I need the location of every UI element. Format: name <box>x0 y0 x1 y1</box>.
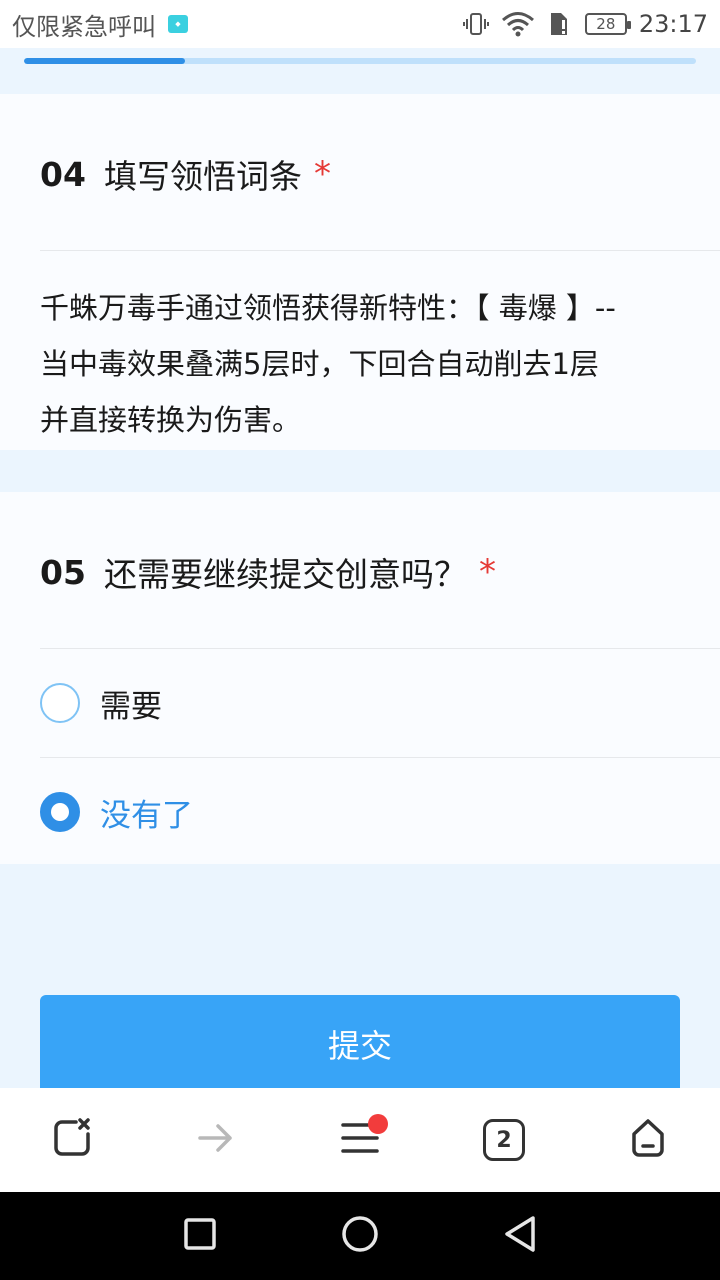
question-card-05: 05 还需要继续提交创意吗？ * 需要 没有了 <box>0 492 720 864</box>
status-bar: 仅限紧急呼叫 ◆ 28 23:17 <box>0 0 720 48</box>
divider <box>40 250 720 251</box>
home-circle-icon <box>340 1214 380 1258</box>
back-triangle-icon <box>501 1214 539 1258</box>
wifi-icon <box>501 11 535 37</box>
option-need[interactable]: 需要 <box>0 649 720 757</box>
home-icon <box>626 1116 670 1164</box>
close-tab-icon <box>50 1116 94 1164</box>
tabs-count: 2 <box>496 1127 512 1153</box>
question-text: 填写领悟词条 <box>103 157 302 196</box>
question-number: 05 <box>40 552 86 592</box>
question-text: 还需要继续提交创意吗？ <box>103 555 467 594</box>
required-mark: * <box>313 154 331 194</box>
menu-button[interactable] <box>320 1100 400 1180</box>
progress-fill <box>24 58 186 64</box>
clock: 23:17 <box>638 10 708 38</box>
status-left: 仅限紧急呼叫 ◆ <box>12 7 188 42</box>
radio-unchecked[interactable] <box>40 683 80 723</box>
question-card-04: 04 填写领悟词条 * 千蛛万毒手通过领悟获得新特性：【 毒爆 】-- 当中毒效… <box>0 94 720 450</box>
tabs-icon: 2 <box>483 1119 525 1161</box>
trip-app-icon: ◆ <box>168 15 188 33</box>
answer-text-field[interactable]: 千蛛万毒手通过领悟获得新特性：【 毒爆 】-- 当中毒效果叠满5层时，下回合自动… <box>40 280 680 448</box>
submit-button[interactable]: 提交 <box>40 995 680 1095</box>
question-title-04: 04 填写领悟词条 * <box>40 150 331 198</box>
answer-line: 当中毒效果叠满5层时，下回合自动削去1层 <box>40 347 599 381</box>
answer-line: 并直接转换为伤害。 <box>40 403 302 437</box>
battery-indicator: 28 <box>584 13 631 35</box>
system-nav-bar <box>0 1192 720 1280</box>
tabs-button[interactable]: 2 <box>464 1100 544 1180</box>
home-button[interactable] <box>608 1100 688 1180</box>
recent-apps-icon <box>183 1217 217 1255</box>
back-nav-button[interactable] <box>490 1206 550 1266</box>
option-label: 没有了 <box>100 797 193 834</box>
required-mark: * <box>478 552 496 592</box>
progress-track <box>24 58 696 64</box>
answer-line: 千蛛万毒手通过领悟获得新特性：【 毒爆 】-- <box>40 291 616 325</box>
option-no-more[interactable]: 没有了 <box>0 758 720 866</box>
vibrate-icon <box>462 11 489 37</box>
progress-area <box>0 48 720 94</box>
forward-button[interactable] <box>176 1100 256 1180</box>
notification-dot <box>368 1114 388 1134</box>
question-number: 04 <box>40 154 86 194</box>
carrier-text: 仅限紧急呼叫 <box>12 12 156 41</box>
status-right: 28 23:17 <box>462 10 708 38</box>
close-tab-button[interactable] <box>32 1100 112 1180</box>
question-title-05: 05 还需要继续提交创意吗？ * <box>40 548 496 596</box>
radio-checked[interactable] <box>40 792 80 832</box>
sim-alert-icon <box>547 11 573 37</box>
forward-arrow-icon <box>196 1118 236 1162</box>
home-nav-button[interactable] <box>330 1206 390 1266</box>
option-label: 需要 <box>100 688 162 725</box>
recent-apps-button[interactable] <box>170 1206 230 1266</box>
browser-toolbar: 2 <box>0 1088 720 1192</box>
